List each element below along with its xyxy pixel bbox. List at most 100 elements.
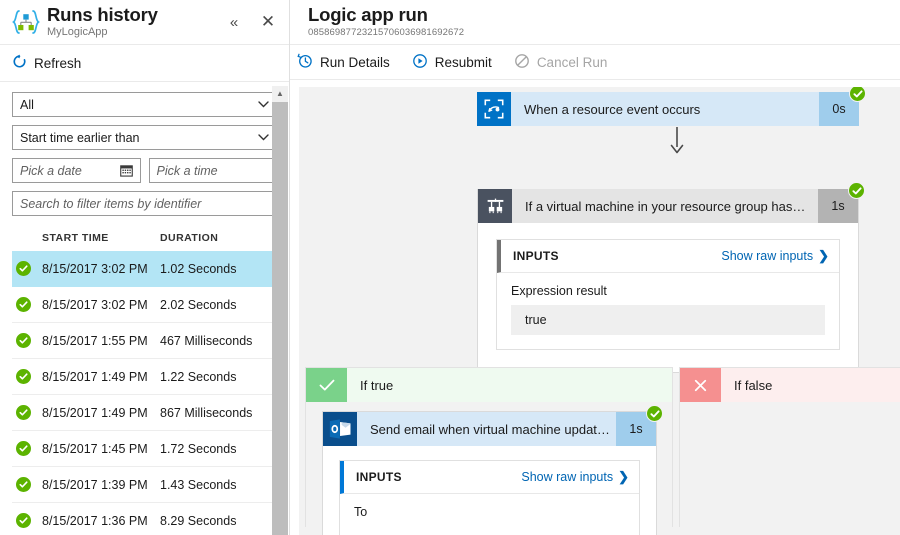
if-true-branch: If true Send email when virtual machine … [305,367,673,535]
calendar-icon [119,164,133,177]
run-duration: 867 Milliseconds [160,405,253,420]
play-circle-icon [412,53,428,72]
table-row[interactable]: 8/15/2017 3:02 PM 2.02 Seconds [12,287,277,323]
success-check-icon [16,513,31,528]
run-id: 08586987723215706036981692672 [308,27,465,38]
run-start-time: 8/15/2017 3:02 PM [42,261,148,276]
run-duration: 467 Milliseconds [160,333,253,348]
if-true-header: If true [306,368,672,402]
logic-apps-icon [9,5,43,39]
table-row[interactable]: 8/15/2017 1:49 PM 867 Milliseconds [12,395,277,431]
inputs-label: INPUTS [513,249,559,263]
table-row[interactable]: 8/15/2017 1:36 PM 8.29 Seconds [12,503,277,535]
search-placeholder: Search to filter items by identifier [20,196,202,211]
time-filter-value: Start time earlier than [20,130,140,145]
success-check-icon [16,441,31,456]
time-picker-placeholder: Pick a time [156,163,218,178]
trigger-name: When a resource event occurs [524,101,701,117]
condition-card-body: INPUTS Show raw inputs ❯ Expression resu… [478,223,858,372]
run-duration: 8.29 Seconds [160,513,237,528]
condition-inputs-body: Expression result true [497,273,839,349]
start-time-column-header: START TIME [42,232,109,244]
table-row[interactable]: 8/15/2017 1:39 PM 1.43 Seconds [12,467,277,503]
condition-icon [478,189,512,223]
show-raw-inputs-link[interactable]: Show raw inputs ❯ [521,469,629,485]
inputs-label: INPUTS [356,470,402,484]
history-clock-icon [297,53,313,72]
runs-list: 8/15/2017 3:02 PM 1.02 Seconds 8/15/2017… [0,251,289,535]
chevron-right-icon: ❯ [818,248,829,263]
close-icon[interactable]: ✕ [255,9,281,35]
status-filter-select[interactable]: All [12,92,277,117]
status-column-header [12,232,42,244]
show-raw-inputs-link[interactable]: Show raw inputs ❯ [721,248,829,264]
run-start-time: 8/15/2017 1:39 PM [42,477,148,492]
search-input[interactable]: Search to filter items by identifier [12,191,277,216]
duration-column-header: DURATION [160,232,219,244]
run-status-cell [12,369,42,384]
run-duration: 1.72 Seconds [160,441,237,456]
condition-inputs-header: INPUTS Show raw inputs ❯ [497,240,839,273]
cancel-run-button: Cancel Run [514,53,607,72]
trigger-card-header[interactable]: When a resource event occurs 0s [477,92,859,126]
logic-app-run-panel: Logic app run 08586987723215706036981692… [290,0,900,535]
run-duration: 1.02 Seconds [160,261,237,276]
show-raw-inputs-label: Show raw inputs [521,470,614,484]
email-inputs-header: INPUTS Show raw inputs ❯ [340,461,639,494]
send-email-card[interactable]: Send email when virtual machine updat… 1… [322,405,663,535]
email-inputs-panel: INPUTS Show raw inputs ❯ To [339,460,640,535]
chevron-right-icon: ❯ [618,469,629,484]
date-picker-input[interactable]: Pick a date [12,158,141,183]
run-start-time: 8/15/2017 1:49 PM [42,369,148,384]
condition-card[interactable]: If a virtual machine in your resource gr… [477,182,865,373]
run-details-button[interactable]: Run Details [297,53,390,72]
azure-logic-app-run-window: Runs history MyLogicApp « ✕ Refresh All … [0,0,900,535]
if-true-label: If true [360,377,394,393]
run-status-cell [12,477,42,492]
workflow-canvas[interactable]: When a resource event occurs 0s If a vir… [299,87,900,535]
success-check-icon [646,405,663,422]
table-row[interactable]: 8/15/2017 1:49 PM 1.22 Seconds [12,359,277,395]
table-row[interactable]: 8/15/2017 1:45 PM 1.72 Seconds [12,431,277,467]
run-status-cell [12,441,42,456]
resubmit-label: Resubmit [434,54,492,70]
runs-history-header: Runs history MyLogicApp « ✕ [0,0,289,45]
runs-list-scrollbar[interactable]: ▲ [272,86,288,535]
runs-history-panel: Runs history MyLogicApp « ✕ Refresh All … [0,0,290,535]
check-icon [306,368,347,402]
run-duration: 1.43 Seconds [160,477,237,492]
show-raw-inputs-label: Show raw inputs [721,249,814,263]
run-header: Logic app run 08586987723215706036981692… [290,0,900,45]
if-false-branch: If false [679,367,900,528]
time-picker-input[interactable]: Pick a time [148,158,277,183]
scrollbar-up-arrow-icon[interactable]: ▲ [272,86,288,101]
logic-app-name: MyLogicApp [47,26,108,38]
flow-arrow-icon [666,127,688,154]
chevron-down-icon [258,132,269,144]
send-email-card-header[interactable]: Send email when virtual machine updat… 1… [323,412,656,446]
run-status-cell [12,513,42,528]
collapse-icon[interactable]: « [221,9,247,35]
send-email-card-body: INPUTS Show raw inputs ❯ To [323,446,656,535]
trigger-card[interactable]: When a resource event occurs 0s [477,87,866,126]
table-row[interactable]: 8/15/2017 3:02 PM 1.02 Seconds [12,251,277,287]
refresh-label: Refresh [34,55,82,71]
success-check-icon [16,477,31,492]
time-filter-select[interactable]: Start time earlier than [12,125,277,150]
runs-filters: All Start time earlier than Pick a date [0,82,289,216]
refresh-icon [12,54,27,72]
run-title: Logic app run [308,4,428,25]
outlook-icon [323,412,357,446]
status-filter-value: All [20,97,34,112]
success-check-icon [16,261,31,276]
refresh-button[interactable]: Refresh [12,54,81,72]
condition-card-header[interactable]: If a virtual machine in your resource gr… [478,189,858,223]
scrollbar-thumb[interactable] [272,102,288,535]
run-status-cell [12,405,42,420]
run-duration: 2.02 Seconds [160,297,237,312]
if-false-body [680,402,900,528]
run-start-time: 8/15/2017 1:49 PM [42,405,148,420]
table-row[interactable]: 8/15/2017 1:55 PM 467 Milliseconds [12,323,277,359]
chevron-down-icon [258,99,269,111]
resubmit-button[interactable]: Resubmit [412,53,492,72]
